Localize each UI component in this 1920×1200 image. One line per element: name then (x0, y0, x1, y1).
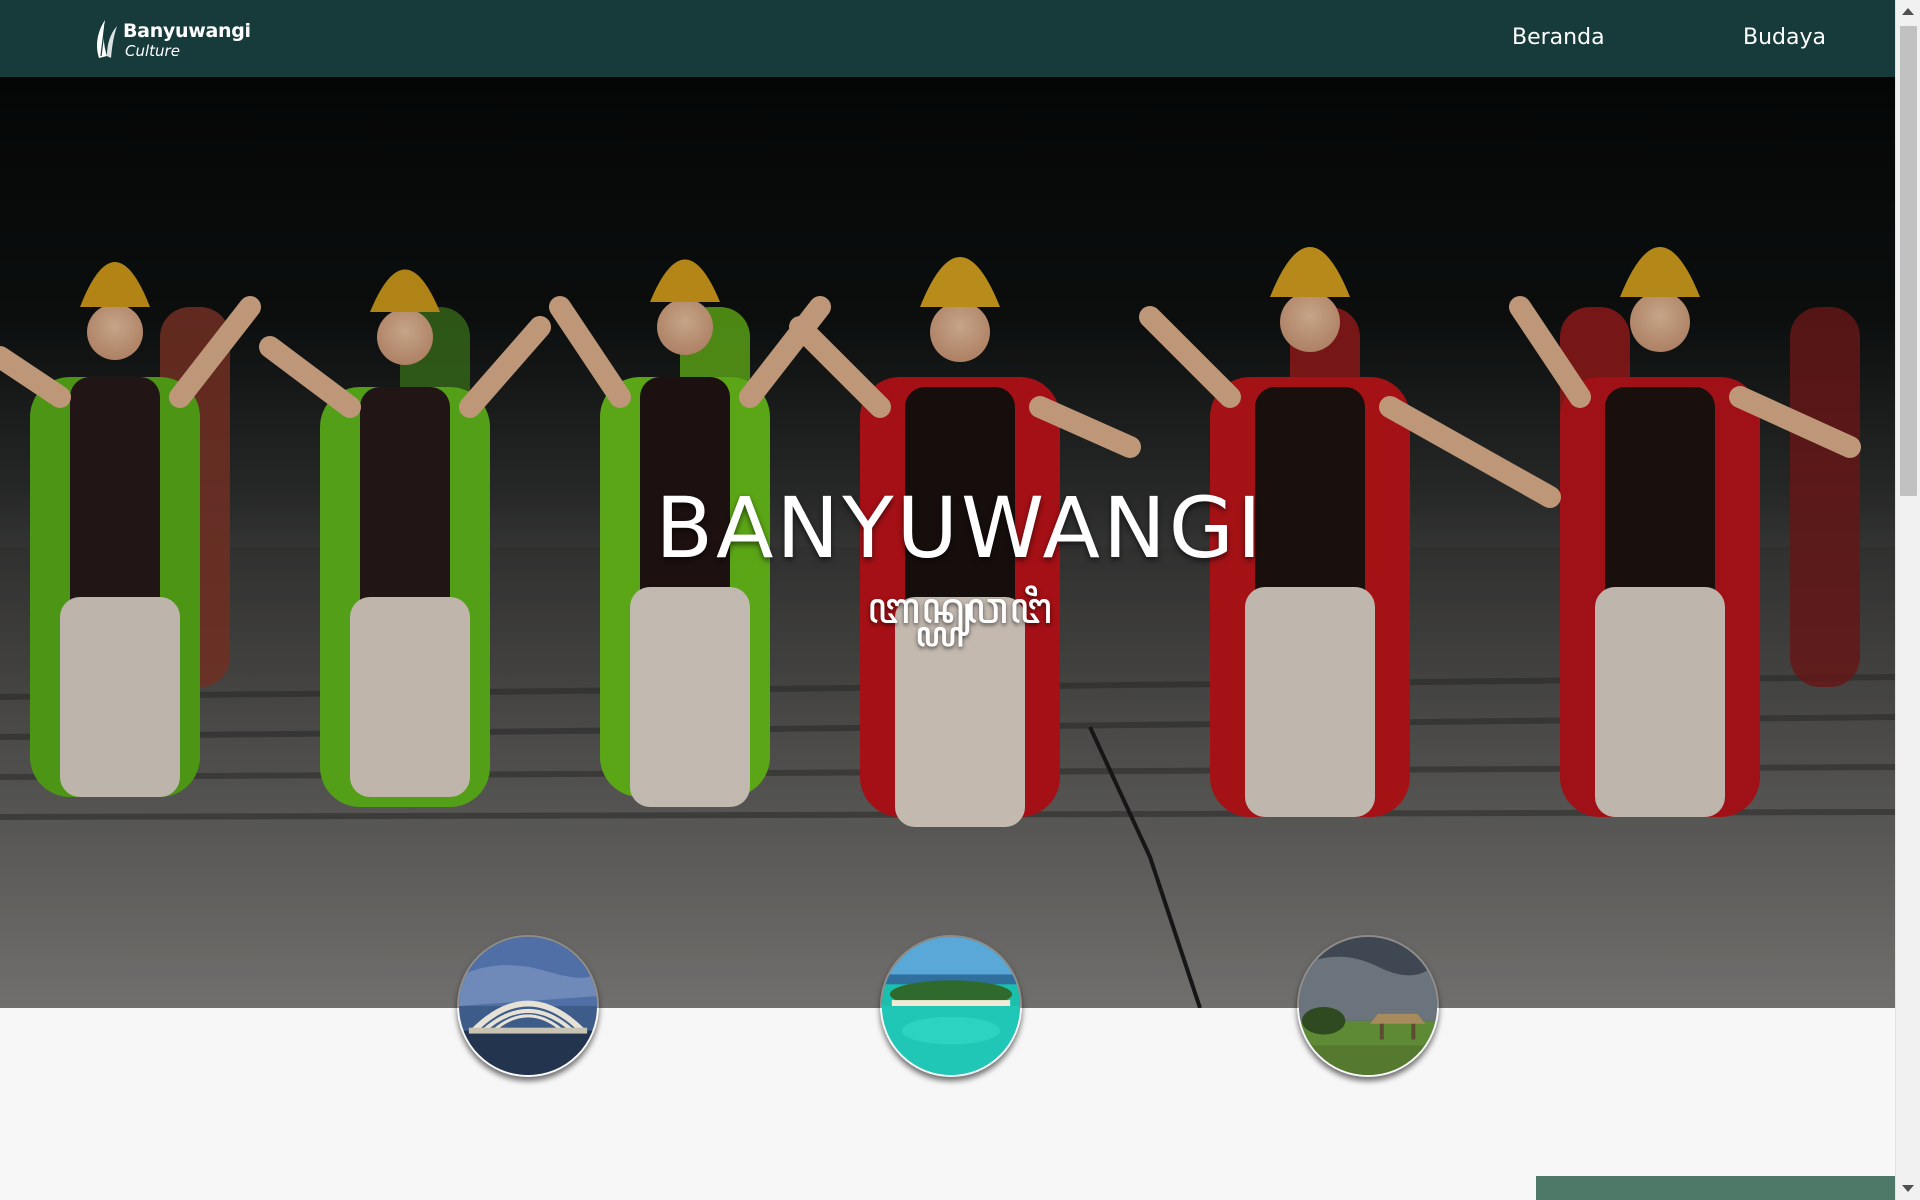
scroll-down-arrow-icon[interactable] (1902, 1185, 1914, 1192)
page: Banyuwangi Culture Beranda Budaya BANYUW… (0, 0, 1920, 1200)
hero-javanese-script: ꦧꦤ꧀ꦪꦸꦮꦔꦶ (866, 583, 1054, 634)
savanna-photo-icon (1299, 937, 1437, 1075)
bottom-accent-tab (1536, 1176, 1895, 1200)
site-logo[interactable]: Banyuwangi Culture (93, 16, 251, 60)
logo-title: Banyuwangi (123, 20, 251, 42)
nav-link-beranda[interactable]: Beranda (1512, 25, 1605, 50)
island-photo-icon (882, 937, 1020, 1075)
logo-subtitle: Culture (125, 42, 180, 60)
thumbnail-island-beach[interactable] (880, 935, 1022, 1077)
hero-title: BANYUWANGI (655, 479, 1265, 578)
hero-banner: BANYUWANGI ꦧꦤ꧀ꦪꦸꦮꦔꦶ (0, 77, 1895, 1008)
thumbnail-bridge[interactable] (457, 935, 599, 1077)
vertical-scrollbar[interactable] (1895, 0, 1920, 1200)
leaf-logo-icon (97, 20, 117, 58)
scroll-thumb[interactable] (1900, 26, 1917, 496)
top-navbar: Banyuwangi Culture Beranda Budaya (0, 0, 1895, 77)
scroll-up-arrow-icon[interactable] (1902, 8, 1914, 15)
thumbnail-savanna-hut[interactable] (1297, 935, 1439, 1077)
nav-link-budaya[interactable]: Budaya (1743, 25, 1826, 50)
bridge-photo-icon (459, 937, 597, 1075)
